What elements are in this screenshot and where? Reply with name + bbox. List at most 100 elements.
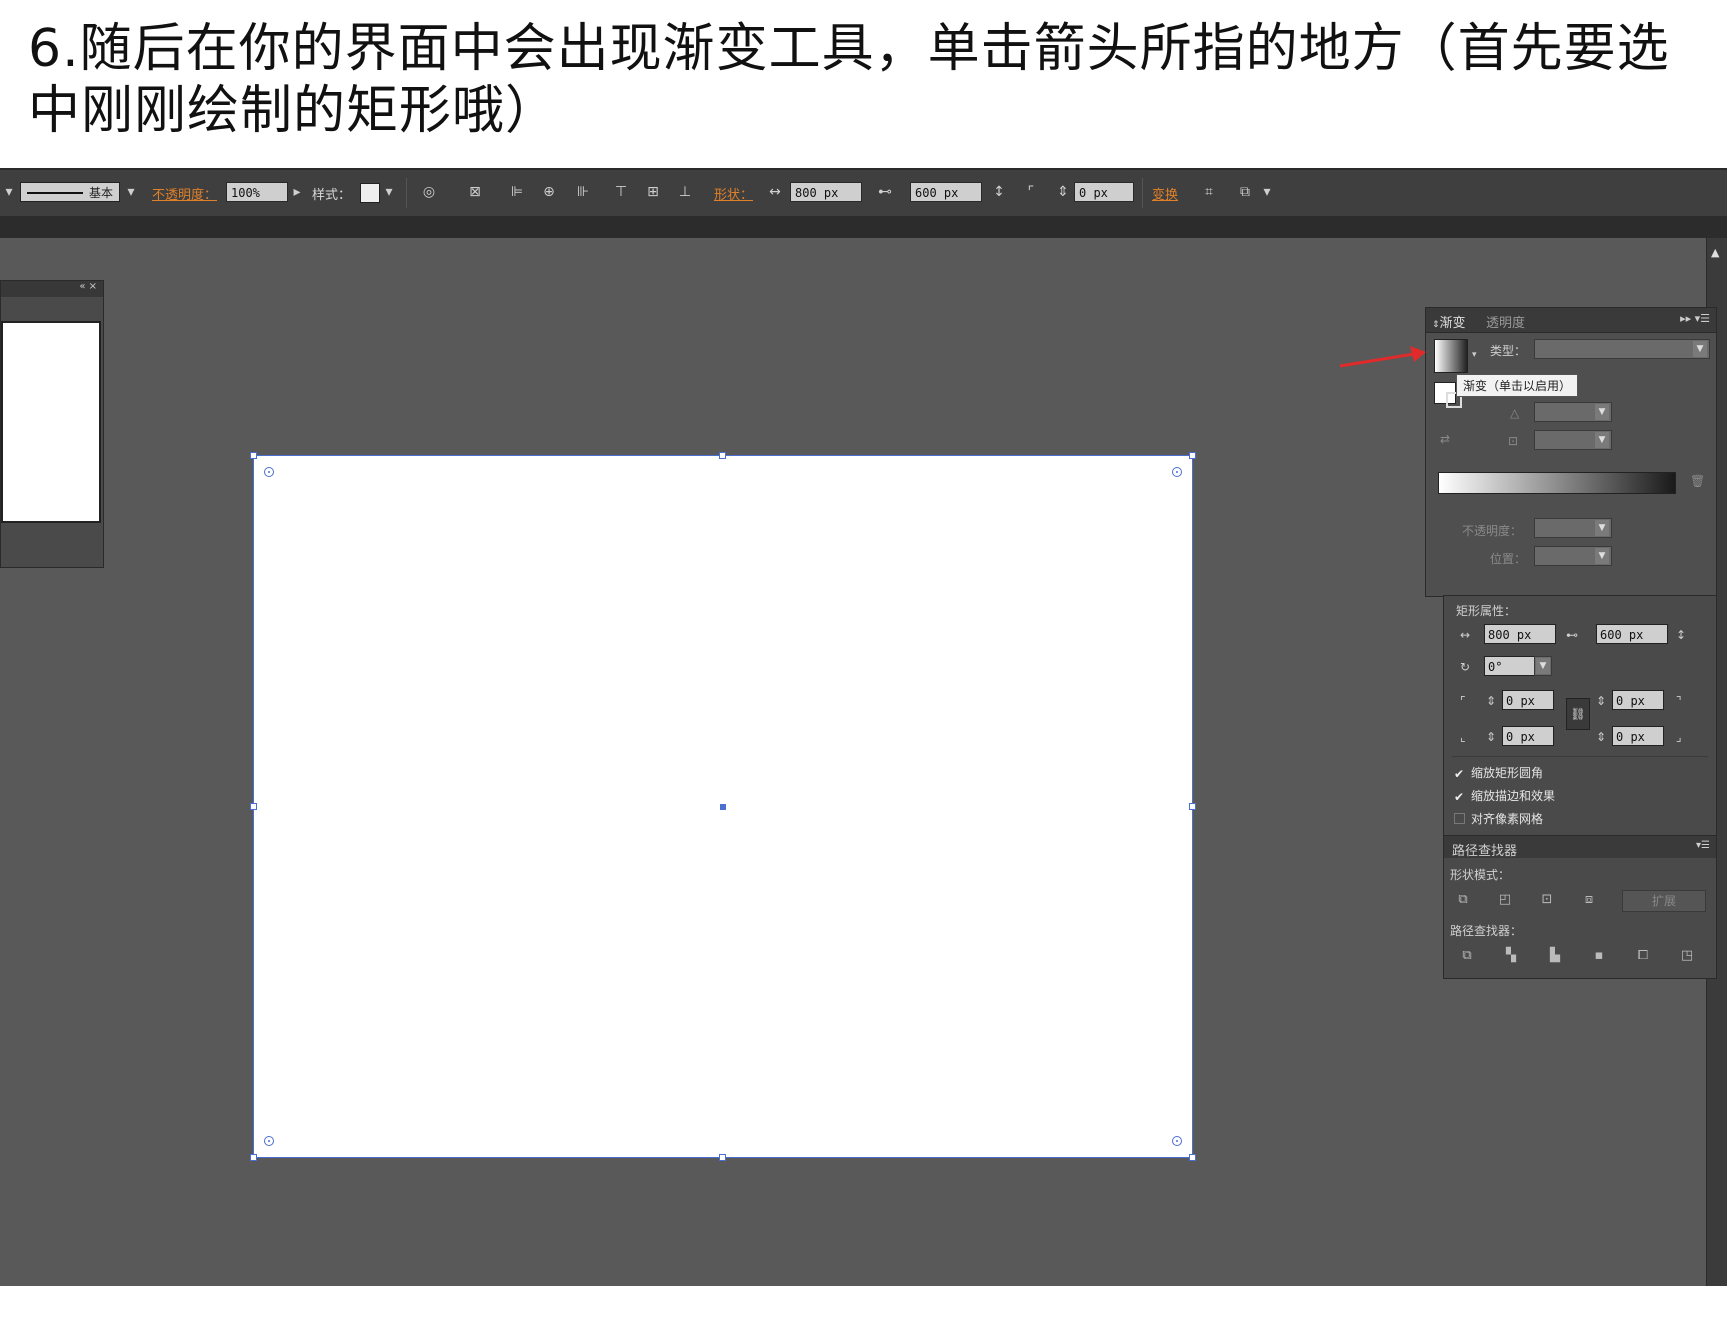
checkbox-align-pixel[interactable]: 对齐像素网格 — [1454, 810, 1543, 827]
height-field[interactable]: 600 px — [910, 182, 982, 202]
handle-bottom-center[interactable] — [719, 1154, 726, 1161]
gradient-slider[interactable] — [1438, 472, 1676, 494]
transform-link[interactable]: 变换 — [1152, 184, 1178, 203]
recolor-icon[interactable]: ◎ — [420, 182, 438, 202]
navigator-panel: « × — [0, 280, 104, 568]
link-proportions-icon[interactable]: ⊷ — [876, 182, 894, 202]
handle-top-center[interactable] — [719, 452, 726, 459]
minus-front-icon[interactable]: ◰ — [1496, 892, 1514, 908]
tab-gradient[interactable]: ⇕渐变 — [1432, 312, 1466, 331]
rect-height-field[interactable]: 600 px — [1596, 624, 1668, 644]
rect-props-title: 矩形属性： — [1456, 604, 1517, 618]
rect-angle-field[interactable]: 0° — [1484, 656, 1536, 676]
trim-icon[interactable]: ▚ — [1502, 948, 1520, 964]
rotate-icon: ↻ — [1460, 660, 1471, 674]
crop-icon[interactable]: ▪ — [1590, 948, 1608, 964]
expand-button[interactable]: 扩展 — [1622, 890, 1706, 912]
checkbox-empty-icon — [1454, 813, 1465, 824]
live-corner-widget[interactable] — [1172, 1136, 1182, 1146]
angle-icon: △ — [1510, 406, 1520, 420]
unite-icon[interactable]: ⧉ — [1454, 892, 1472, 908]
corner-tr-field[interactable]: 0 px — [1612, 690, 1664, 710]
tab-transparency[interactable]: 透明度 — [1486, 312, 1525, 331]
rect-width-field[interactable]: 800 px — [1484, 624, 1556, 644]
stepper-icon[interactable]: ⇕ — [1486, 694, 1496, 708]
shape-label[interactable]: 形状： — [714, 184, 753, 203]
corner-br-icon: ⌟ — [1676, 730, 1682, 744]
stepper-icon[interactable]: ⇕ — [1596, 694, 1606, 708]
angle-dropdown[interactable]: ▼ — [1534, 402, 1612, 422]
stepper-icon[interactable]: ⇕ — [1486, 730, 1496, 744]
stepper-icon[interactable]: ⇕ — [1054, 182, 1072, 202]
stepper-icon[interactable]: ⇕ — [1596, 730, 1606, 744]
height-icon: ↕ — [1676, 628, 1687, 642]
exclude-icon[interactable]: ⧈ — [1580, 892, 1598, 908]
selected-rectangle[interactable] — [250, 452, 1196, 1161]
style-swatch[interactable] — [360, 183, 380, 203]
corner-type-icon[interactable]: ⌜ — [1022, 182, 1040, 202]
live-corner-widget[interactable] — [1172, 467, 1182, 477]
corner-bl-field[interactable]: 0 px — [1502, 726, 1554, 746]
outline-icon[interactable]: ⧠ — [1634, 948, 1652, 964]
align-center-icon[interactable]: ⊕ — [540, 182, 558, 202]
pathfinder-panel: 路径查找器 ▾☰ 形状模式： ⧉ ◰ ⊡ ⧈ 扩展 路径查找器： ⧉ ▚ ▙ ▪… — [1443, 835, 1717, 979]
chevron-down-icon[interactable]: ▾ — [1258, 182, 1276, 202]
merge-icon[interactable]: ▙ — [1546, 948, 1564, 964]
aspect-dropdown[interactable]: ▼ — [1534, 430, 1612, 450]
align-to-icon[interactable]: ⊠ — [466, 182, 484, 202]
minus-back-icon[interactable]: ◳ — [1678, 948, 1696, 964]
tab-pathfinder[interactable]: 路径查找器 — [1452, 840, 1517, 859]
stop-opacity-dropdown[interactable]: ▼ — [1534, 518, 1612, 538]
isolate-icon[interactable]: ⌗ — [1200, 182, 1218, 202]
corner-br-field[interactable]: 0 px — [1612, 726, 1664, 746]
handle-middle-right[interactable] — [1189, 803, 1196, 810]
align-bottom-icon[interactable]: ⊥ — [676, 182, 694, 202]
delete-stop-icon[interactable]: 🗑 — [1690, 474, 1705, 488]
live-corner-widget[interactable] — [264, 1136, 274, 1146]
tab-arrows-icon: ⇕ — [1432, 320, 1440, 330]
stop-position-dropdown[interactable]: ▼ — [1534, 546, 1612, 566]
gradient-type-dropdown[interactable]: ▼ — [1534, 339, 1710, 359]
opacity-field[interactable]: 100% — [226, 182, 288, 202]
handle-bottom-right[interactable] — [1189, 1154, 1196, 1161]
align-right-icon[interactable]: ⊪ — [574, 182, 592, 202]
play-arrow-icon[interactable]: ▸ — [288, 182, 306, 202]
intersect-icon[interactable]: ⊡ — [1538, 892, 1556, 908]
dropdown-arrow-icon[interactable]: ▾ — [0, 182, 18, 202]
panel-menu-icon[interactable]: ▸▸ ▾☰ — [1680, 312, 1710, 325]
handle-top-right[interactable] — [1189, 452, 1196, 459]
checkbox-scale-corners[interactable]: ✔ 缩放矩形圆角 — [1454, 764, 1543, 781]
stroke-profile-dropdown[interactable]: 基本 — [20, 182, 120, 202]
arrange-icon[interactable]: ⧉ — [1236, 182, 1254, 202]
checkbox-scale-strokes[interactable]: ✔ 缩放描边和效果 — [1454, 787, 1555, 804]
shape-modes-label: 形状模式： — [1450, 868, 1511, 882]
width-field[interactable]: 800 px — [790, 182, 862, 202]
handle-middle-left[interactable] — [250, 803, 257, 810]
panel-menu-icon[interactable]: ▾☰ — [1696, 840, 1710, 851]
scroll-up-arrow-icon[interactable]: ▲ — [1711, 246, 1719, 259]
divide-icon[interactable]: ⧉ — [1458, 948, 1476, 964]
panel-header-controls[interactable]: « × — [1, 281, 103, 297]
gradient-fill-swatch[interactable] — [1434, 339, 1468, 373]
corner-bl-icon: ⌞ — [1460, 730, 1466, 744]
link-proportions-icon[interactable]: ⊷ — [1566, 628, 1578, 642]
align-left-icon[interactable]: ⊫ — [508, 182, 526, 202]
corner-tl-field[interactable]: 0 px — [1502, 690, 1554, 710]
reverse-gradient-icon[interactable]: ⇄ — [1440, 432, 1450, 446]
align-top-icon[interactable]: ⊤ — [612, 182, 630, 202]
navigator-preview — [1, 321, 101, 523]
corner-radius-field[interactable]: 0 px — [1074, 182, 1134, 202]
angle-dropdown[interactable]: ▼ — [1534, 656, 1552, 676]
chevron-down-icon: ▼ — [1595, 404, 1609, 420]
pathfinders-label: 路径查找器： — [1450, 924, 1523, 938]
handle-top-left[interactable] — [250, 452, 257, 459]
type-label: 类型： — [1490, 344, 1527, 358]
opacity-label[interactable]: 不透明度： — [152, 184, 217, 203]
align-middle-icon[interactable]: ⊞ — [644, 182, 662, 202]
chevron-down-icon[interactable]: ▾ — [122, 182, 140, 202]
link-corners-icon[interactable]: ⛓ — [1566, 698, 1590, 730]
live-corner-widget[interactable] — [264, 467, 274, 477]
chevron-down-icon[interactable]: ▾ — [380, 182, 398, 202]
handle-bottom-left[interactable] — [250, 1154, 257, 1161]
swatch-dropdown-icon[interactable]: ▾ — [1472, 350, 1477, 360]
